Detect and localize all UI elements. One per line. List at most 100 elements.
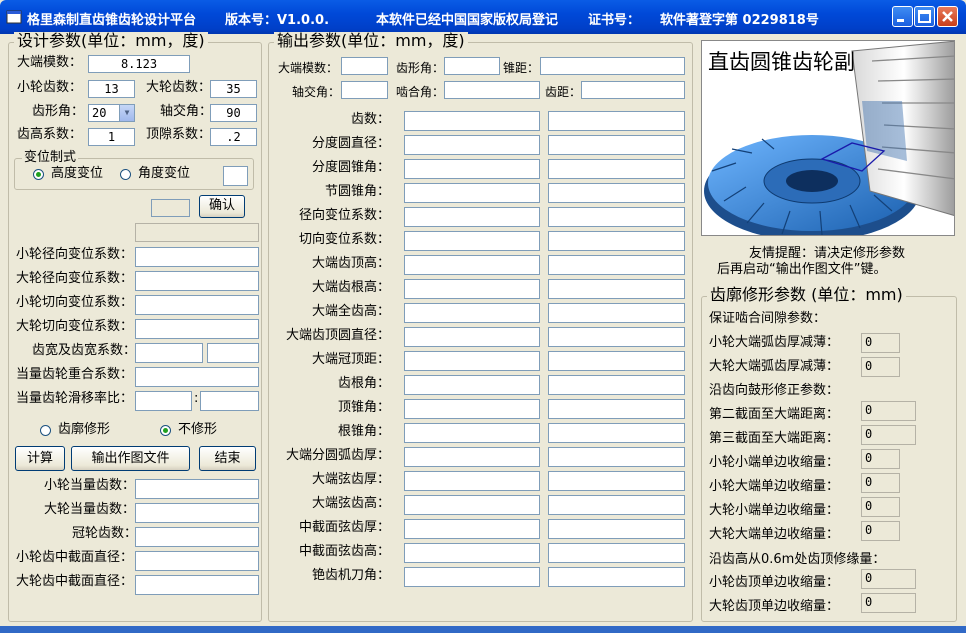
- slide-ratio-input-1[interactable]: [135, 391, 192, 411]
- clearance-coef-label: 顶隙系数：: [146, 127, 212, 142]
- output-row-pinion-field[interactable]: [404, 447, 540, 467]
- chevron-down-icon[interactable]: ▼: [119, 105, 134, 121]
- confirm-aux-field: [151, 199, 190, 217]
- output-row-gear-field[interactable]: [548, 303, 685, 323]
- output-row-gear-field[interactable]: [548, 519, 685, 539]
- profile-modify-radio[interactable]: [40, 425, 51, 436]
- exit-button[interactable]: 结束: [199, 446, 256, 471]
- pinion-tangential-shift-input[interactable]: [135, 295, 259, 315]
- gear-small-end-input[interactable]: 0: [861, 497, 900, 517]
- output-row-pinion-field[interactable]: [404, 255, 540, 275]
- crown-teeth-output[interactable]: [135, 527, 259, 547]
- output-row-gear-field[interactable]: [548, 111, 685, 131]
- confirm-button[interactable]: 确认: [199, 195, 245, 218]
- gear-virtual-teeth-output[interactable]: [135, 503, 259, 523]
- output-row-gear-field[interactable]: [548, 183, 685, 203]
- pinion-small-end-input[interactable]: 0: [861, 449, 900, 469]
- output-row-gear-field[interactable]: [548, 495, 685, 515]
- output-row-gear-field[interactable]: [548, 567, 685, 587]
- out-shaft-angle-field[interactable]: [341, 81, 388, 99]
- output-row-pinion-field[interactable]: [404, 423, 540, 443]
- title-bar[interactable]: 格里森制直齿锥齿轮设计平台 版本号：V1.0.0. 本软件已经中国国家版权局登记…: [0, 0, 966, 34]
- output-row-gear-field[interactable]: [548, 255, 685, 275]
- close-button[interactable]: [937, 6, 958, 27]
- output-row-gear-field[interactable]: [548, 447, 685, 467]
- profile-mod-title: 齿廓修形参数 (单位：mm): [707, 286, 906, 304]
- output-row-gear-field[interactable]: [548, 135, 685, 155]
- clearance-coef-input[interactable]: .2: [210, 128, 257, 146]
- angle-shift-radio[interactable]: [120, 169, 131, 180]
- gear-radial-shift-input[interactable]: [135, 271, 259, 291]
- slide-ratio-input-2[interactable]: [200, 391, 259, 411]
- face-width-input[interactable]: [135, 343, 203, 363]
- gear-tip-input[interactable]: 0: [861, 593, 916, 613]
- pinion-mid-diameter-output[interactable]: [135, 551, 259, 571]
- output-row-gear-field[interactable]: [548, 399, 685, 419]
- export-drawing-button[interactable]: 输出作图文件: [71, 446, 190, 471]
- output-row-label: 中截面弦齿厚：: [298, 520, 390, 535]
- output-row-gear-field[interactable]: [548, 279, 685, 299]
- output-row-pinion-field[interactable]: [404, 111, 540, 131]
- output-row-gear-field[interactable]: [548, 159, 685, 179]
- pinion-big-end-input[interactable]: 0: [861, 473, 900, 493]
- section3-input[interactable]: 0: [861, 425, 916, 445]
- gear-big-end-input[interactable]: 0: [861, 521, 900, 541]
- output-row-pinion-field[interactable]: [404, 183, 540, 203]
- pinion-tip-input[interactable]: 0: [861, 569, 916, 589]
- output-row-pinion-field[interactable]: [404, 303, 540, 323]
- shift-extra-input[interactable]: [223, 166, 248, 186]
- output-row-pinion-field[interactable]: [404, 543, 540, 563]
- output-row-pinion-field[interactable]: [404, 495, 540, 515]
- output-row-gear-field[interactable]: [548, 423, 685, 443]
- out-pitch-field[interactable]: [581, 81, 685, 99]
- output-row-gear-field[interactable]: [548, 231, 685, 251]
- height-shift-radio[interactable]: [33, 169, 44, 180]
- output-row-gear-field[interactable]: [548, 207, 685, 227]
- output-row-pinion-field[interactable]: [404, 519, 540, 539]
- face-width-coef-input[interactable]: [207, 343, 259, 363]
- output-row-pinion-field[interactable]: [404, 567, 540, 587]
- addendum-coef-input[interactable]: 1: [88, 128, 135, 146]
- pinion-radial-shift-input[interactable]: [135, 247, 259, 267]
- section2-input[interactable]: 0: [861, 401, 916, 421]
- output-row-pinion-field[interactable]: [404, 231, 540, 251]
- out-cone-distance-field[interactable]: [540, 57, 685, 75]
- gear-mid-diameter-output[interactable]: [135, 575, 259, 595]
- output-row-gear-field[interactable]: [548, 543, 685, 563]
- gear-teeth-input[interactable]: 35: [210, 80, 257, 98]
- gear-thin-input[interactable]: 0: [861, 357, 900, 377]
- out-mesh-angle-field[interactable]: [444, 81, 540, 99]
- calculate-button[interactable]: 计算: [15, 446, 65, 471]
- output-row-pinion-field[interactable]: [404, 135, 540, 155]
- pinion-thin-input[interactable]: 0: [861, 333, 900, 353]
- output-row-pinion-field[interactable]: [404, 375, 540, 395]
- contact-ratio-input[interactable]: [135, 367, 259, 387]
- output-row-pinion-field[interactable]: [404, 399, 540, 419]
- output-row-pinion-field[interactable]: [404, 159, 540, 179]
- face-width-label: 齿宽及齿宽系数：: [32, 343, 137, 358]
- version-label: 版本号：V1.0.0.: [225, 13, 330, 28]
- output-row-pinion-field[interactable]: [404, 471, 540, 491]
- output-row-gear-field[interactable]: [548, 351, 685, 371]
- minimize-button[interactable]: [892, 6, 913, 27]
- output-row-gear-field[interactable]: [548, 471, 685, 491]
- module-input[interactable]: 8.123: [88, 55, 190, 73]
- no-modify-radio[interactable]: [160, 425, 171, 436]
- output-row-gear-field[interactable]: [548, 375, 685, 395]
- output-row-pinion-field[interactable]: [404, 279, 540, 299]
- slide-ratio-label: 当量齿轮滑移率比：: [16, 391, 134, 406]
- output-row-pinion-field[interactable]: [404, 327, 540, 347]
- shaft-angle-input[interactable]: 90: [210, 104, 257, 122]
- maximize-button[interactable]: [914, 6, 935, 27]
- pressure-angle-select[interactable]: 20 ▼: [88, 104, 135, 122]
- pinion-teeth-input[interactable]: 13: [88, 80, 135, 98]
- out-pressure-angle-field[interactable]: [444, 57, 500, 75]
- out-module-field[interactable]: [341, 57, 388, 75]
- output-row-pinion-field[interactable]: [404, 351, 540, 371]
- output-row-gear-field[interactable]: [548, 327, 685, 347]
- output-row-pinion-field[interactable]: [404, 207, 540, 227]
- pinion-virtual-teeth-output[interactable]: [135, 479, 259, 499]
- main-window: 格里森制直齿锥齿轮设计平台 版本号：V1.0.0. 本软件已经中国国家版权局登记…: [0, 0, 966, 633]
- gear-tangential-shift-input[interactable]: [135, 319, 259, 339]
- out-cone-distance-label: 锥距：: [503, 61, 540, 75]
